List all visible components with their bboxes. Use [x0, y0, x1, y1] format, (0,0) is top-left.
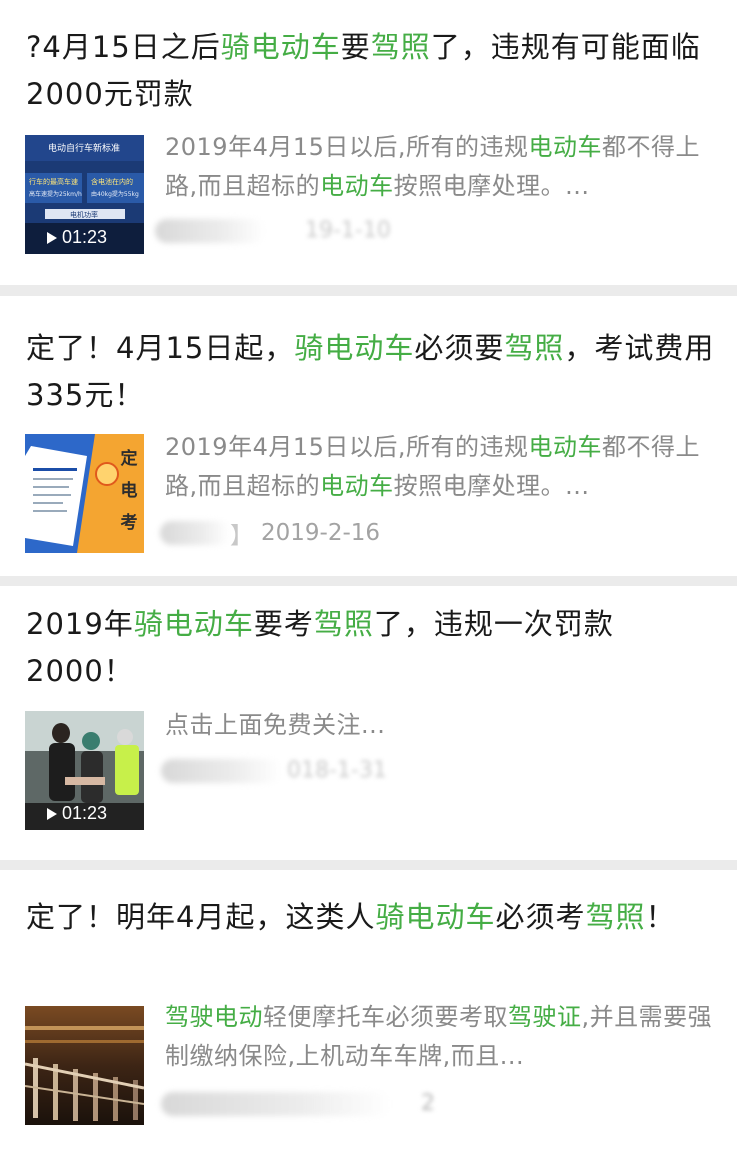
highlighted-keyword: 驾驶电动: [165, 1003, 263, 1031]
article-card[interactable]: 2019年骑电动车要考驾照了，违规一次罚款2000！ 01:23 点击上面免费关…: [0, 586, 737, 860]
highlighted-keyword: 驾照: [504, 331, 565, 365]
article-title[interactable]: 2019年骑电动车要考驾照了，违规一次罚款2000！: [26, 601, 716, 695]
video-duration-badge: 01:23: [47, 803, 107, 824]
highlighted-keyword: 骑电动车: [375, 900, 496, 934]
highlighted-keyword: 电动车: [528, 133, 603, 161]
article-meta: 018-1-31: [161, 758, 387, 783]
highlighted-keyword: 电动车: [320, 172, 394, 200]
thumbnail-bottom-text: 电机功率: [70, 210, 98, 219]
text-segment: 2019年4月15日以后,所有的违规: [165, 433, 529, 461]
thumbnail-right-sub: 由40kg提为55kg: [91, 190, 139, 198]
article-thumbnail[interactable]: 定 电 考: [25, 434, 144, 553]
thumbnail-char: 考: [120, 512, 138, 533]
highlighted-keyword: 骑电动车: [220, 30, 341, 64]
highlighted-keyword: 驾照: [370, 30, 431, 64]
article-meta: 2: [161, 1091, 435, 1116]
text-segment: 要: [340, 30, 371, 64]
thumbnail-banner-text: 电动自行车新标准: [48, 142, 120, 154]
video-duration: 01:23: [62, 803, 108, 823]
article-summary: 点击上面免费关注...: [165, 706, 717, 745]
video-duration-badge: 01:23: [47, 227, 107, 248]
thumbnail-char: 电: [121, 480, 138, 501]
text-segment: 轻便摩托车必须要考取: [263, 1003, 508, 1031]
text-segment: 2019年4月15日以后,所有的违规: [165, 133, 529, 161]
blurred-source-name: [155, 218, 265, 243]
play-icon: [47, 807, 57, 820]
video-duration: 01:23: [62, 227, 108, 247]
thumbnail-image: 定 电 考: [25, 434, 144, 553]
article-title[interactable]: 定了！4月15日起，骑电动车必须要驾照，考试费用335元！: [26, 325, 716, 419]
text-segment: 按照电摩处理。...: [393, 472, 590, 500]
article-title[interactable]: ?4月15日之后骑电动车要驾照了，违规有可能面临2000元罚款: [26, 24, 716, 118]
highlighted-keyword: 驾驶证: [508, 1003, 582, 1031]
blurred-source-name: [161, 1091, 391, 1116]
video-thumbnail[interactable]: 01:23: [25, 711, 144, 830]
text-segment: ！: [645, 900, 676, 934]
highlighted-keyword: 电动车: [320, 472, 394, 500]
text-segment: 必须要: [414, 331, 505, 365]
text-segment: 2019年: [26, 607, 134, 641]
text-segment: 按照电摩处理。...: [393, 172, 590, 200]
article-summary: 驾驶电动轻便摩托车必须要考取驾驶证,并且需要强制缴纳保险,上机动车车牌,而且..…: [165, 998, 717, 1076]
blurred-source-name: [160, 521, 230, 545]
text-segment: ?4月15日之后: [26, 30, 221, 64]
article-meta: 19-1-10: [155, 218, 391, 243]
blurred-source-name: [161, 758, 281, 783]
article-card[interactable]: 定了！4月15日起，骑电动车必须要驾照，考试费用335元！ 定 电 考 2019…: [0, 296, 737, 576]
text-segment: 定了！明年4月起，这类人: [26, 900, 376, 934]
article-summary: 2019年4月15日以后,所有的违规电动车都不得上路,而且超标的电动车按照电摩处…: [165, 128, 717, 206]
video-thumbnail[interactable]: 电动自行车新标准 行车的最高车速 含电池在内的 高车速提为25km/h 由40k…: [25, 135, 144, 254]
article-date: 19-1-10: [305, 218, 391, 243]
source-bracket: 】: [230, 523, 253, 549]
thumbnail-char: 定: [121, 448, 138, 469]
highlighted-keyword: 骑电动车: [294, 331, 415, 365]
play-icon: [47, 231, 57, 244]
highlighted-keyword: 驾照: [313, 607, 374, 641]
article-summary: 2019年4月15日以后,所有的违规电动车都不得上路,而且超标的电动车按照电摩处…: [165, 428, 717, 506]
article-date: 018-1-31: [287, 758, 387, 783]
article-card[interactable]: ?4月15日之后骑电动车要驾照了，违规有可能面临2000元罚款 电动自行车新标准…: [0, 0, 737, 285]
highlighted-keyword: 电动车: [528, 433, 603, 461]
article-title[interactable]: 定了！明年4月起，这类人骑电动车必须考驾照！: [26, 894, 716, 941]
highlighted-keyword: 驾照: [585, 900, 646, 934]
article-card[interactable]: 定了！明年4月起，这类人骑电动车必须考驾照！ 驾驶电动轻便摩托车必须要考取驾驶证…: [0, 870, 737, 1162]
thumbnail-right-text: 含电池在内的: [91, 177, 133, 186]
thumbnail-left-text: 行车的最高车速: [29, 177, 78, 186]
highlighted-keyword: 骑电动车: [133, 607, 254, 641]
text-segment: 定了！4月15日起，: [26, 331, 295, 365]
article-date: 2: [421, 1091, 435, 1116]
text-segment: 必须考: [495, 900, 586, 934]
article-meta: 】 2019-2-16: [160, 516, 381, 550]
thumbnail-left-sub: 高车速提为25km/h: [29, 190, 82, 198]
article-date: 2019-2-16: [261, 520, 381, 546]
thumbnail-image: [25, 1006, 144, 1125]
text-segment: 点击上面免费关注...: [165, 711, 386, 739]
article-thumbnail[interactable]: [25, 1006, 144, 1125]
text-segment: 要考: [253, 607, 314, 641]
